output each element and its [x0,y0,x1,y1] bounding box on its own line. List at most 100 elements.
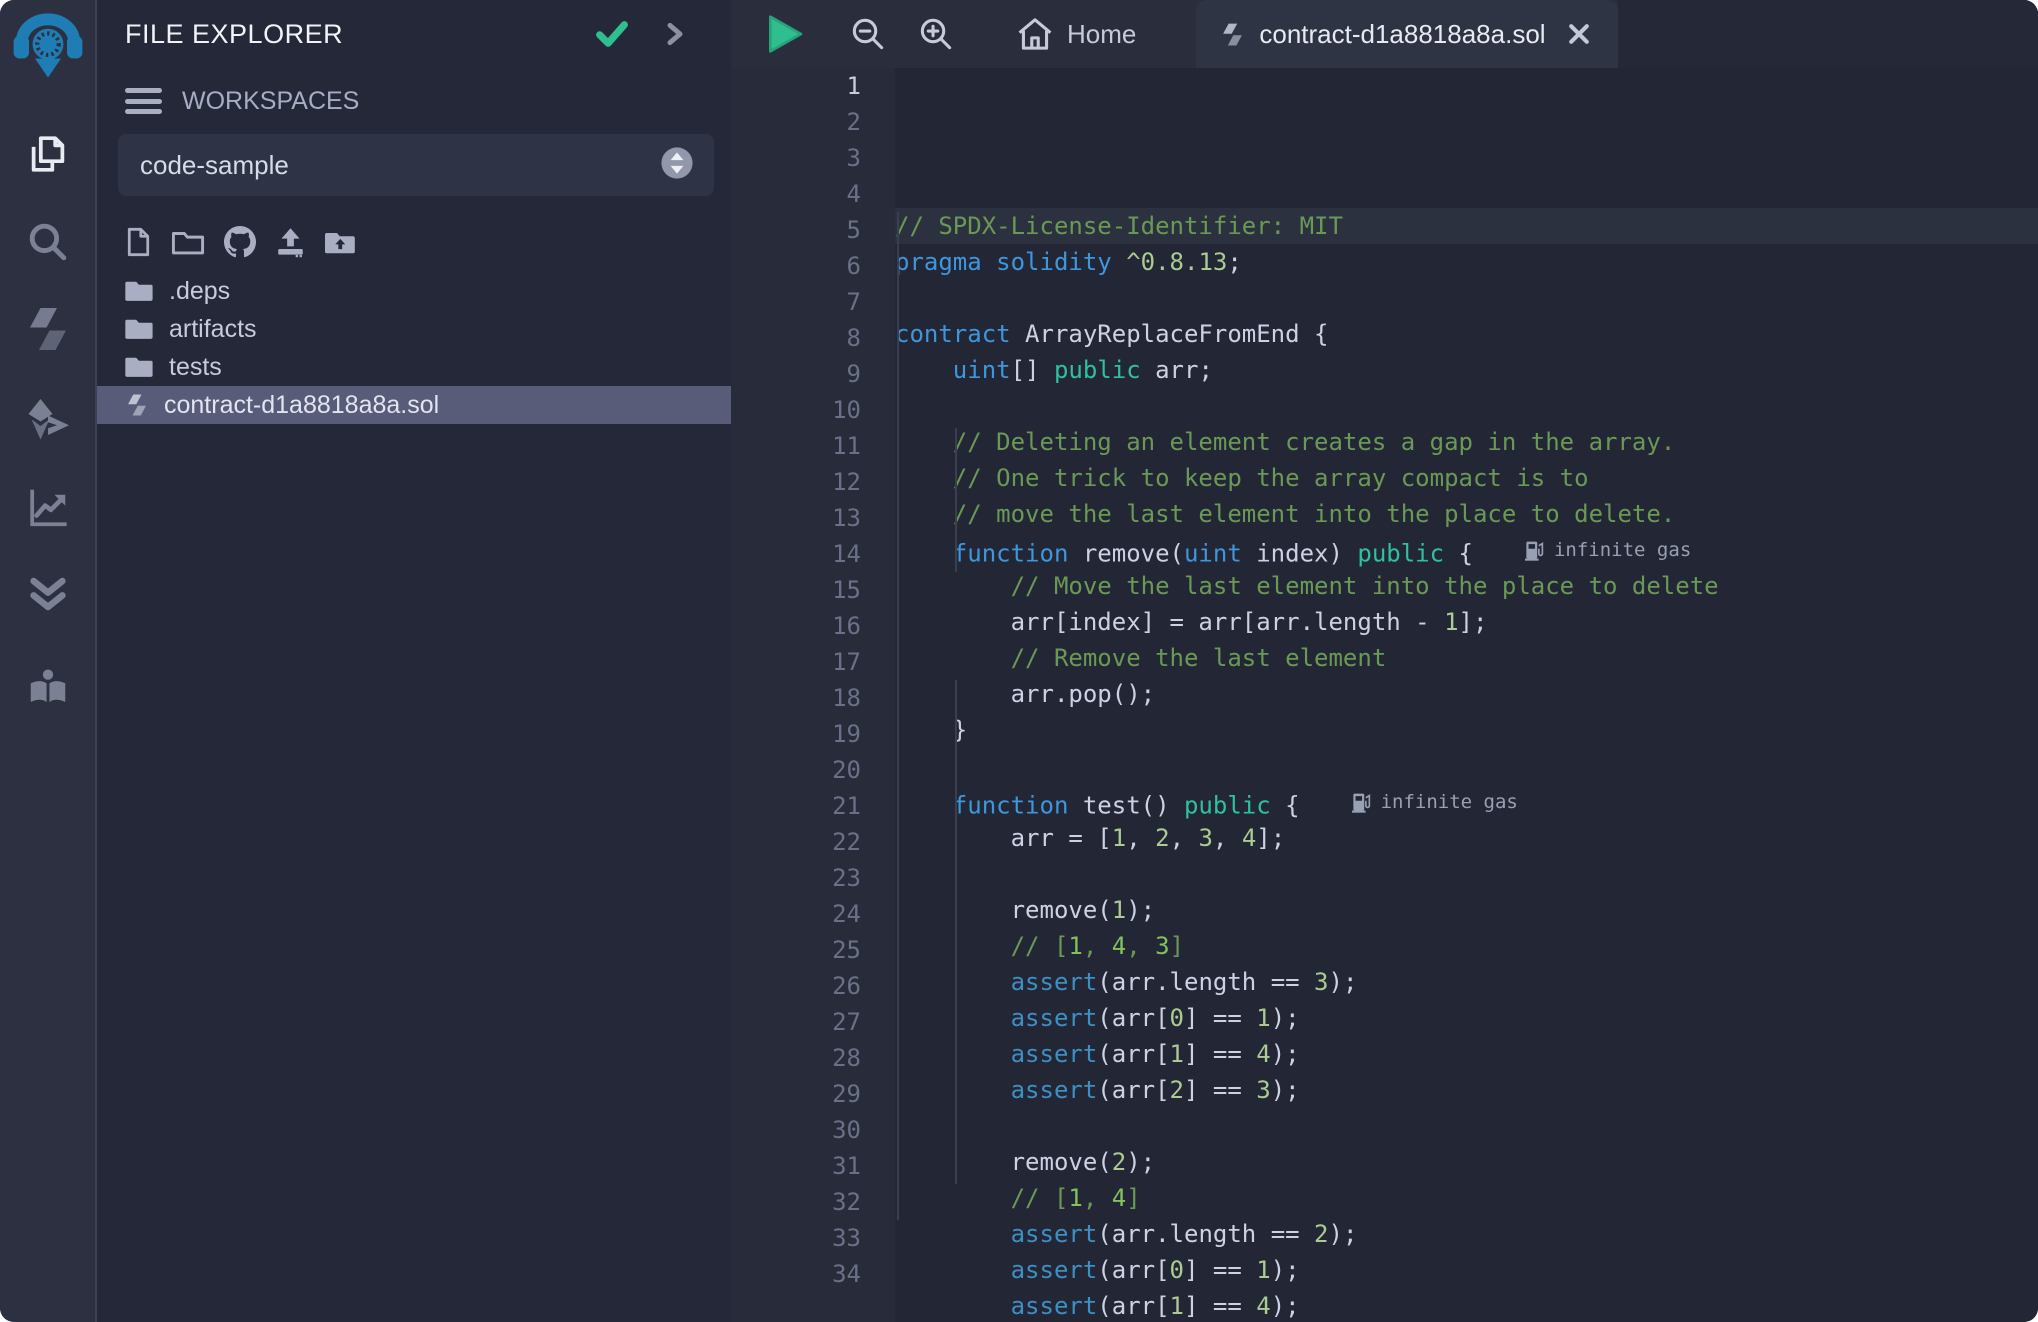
code-line[interactable]: // Remove the last element [895,640,2038,676]
zoom-in-icon [917,15,955,53]
code-line[interactable]: // SPDX-License-Identifier: MIT [895,208,2038,244]
line-number: 4 [731,176,861,212]
line-number: 22 [731,824,861,860]
code-line[interactable]: uint[] public arr; [895,352,2038,388]
line-number: 3 [731,140,861,176]
line-number: 29 [731,1076,861,1112]
line-number: 11 [731,428,861,464]
line-number: 10 [731,392,861,428]
code-line[interactable] [895,748,2038,784]
remix-logo[interactable] [0,4,95,82]
code-line[interactable]: function remove(uint index) public {infi… [895,532,2038,568]
file-label: contract-d1a8818a8a.sol [164,391,439,420]
folder-icon [125,317,154,341]
code-line[interactable]: assert(arr.length == 2); [895,1216,2038,1252]
upload-file-icon [275,227,306,258]
code-line[interactable]: assert(arr[2] == 3); [895,1072,2038,1108]
upload-folder-button[interactable] [325,229,356,256]
line-number: 20 [731,752,861,788]
code-line[interactable]: pragma solidity ^0.8.13; [895,244,2038,280]
code-lines[interactable]: // SPDX-License-Identifier: MITpragma so… [895,68,2038,1322]
code-line[interactable]: arr.pop(); [895,676,2038,712]
code-line[interactable]: // Deleting an element creates a gap in … [895,424,2038,460]
folder-label: artifacts [169,315,257,344]
editor-area: Home contract-d1a8818a8a.sol 12345678910… [731,0,2038,1322]
code-line[interactable]: } [895,712,2038,748]
code-line[interactable]: // Move the last element into the place … [895,568,2038,604]
line-number: 9 [731,356,861,392]
line-number: 33 [731,1220,861,1256]
sort-icon [660,146,694,185]
github-button[interactable] [224,226,256,258]
gas-estimate-badge: infinite gas [1525,532,1691,568]
tabbar-filler [1618,0,2038,68]
code-line[interactable]: assert(arr[1] == 4); [895,1036,2038,1072]
workspaces-menu-button[interactable] [125,88,162,114]
code-line[interactable] [895,388,2038,424]
close-tab-button[interactable] [1566,21,1592,47]
sidebar-item-deploy-run[interactable] [0,396,95,444]
sidebar-item-unit-testing[interactable] [0,571,95,617]
solidity-file-icon [125,392,149,418]
code-surface: 1234567891011121314151617181920212223242… [731,68,2038,1322]
close-icon [1566,21,1592,47]
line-number: 5 [731,212,861,248]
workspace-select-value: code-sample [140,150,660,181]
zoom-out-button[interactable] [849,0,887,68]
github-icon [224,226,256,258]
solidity-compiler-icon [24,305,72,353]
sidebar-item-search[interactable] [0,219,95,265]
zoom-in-button[interactable] [917,0,955,68]
line-number: 15 [731,572,861,608]
code-line[interactable]: remove(2); [895,1144,2038,1180]
workspace-select[interactable]: code-sample [118,134,714,196]
explorer-toolbar [97,226,731,258]
tab-home[interactable]: Home [991,0,1162,68]
files-icon [25,131,71,177]
sidebar-item-file-explorer[interactable] [0,131,95,177]
indent-guide [955,680,957,1184]
run-script-button[interactable] [765,0,805,68]
line-number: 1 [731,68,861,104]
code-line[interactable]: assert(arr[0] == 1); [895,1252,2038,1288]
code-line[interactable]: remove(1); [895,892,2038,928]
tree-folder-tests[interactable]: tests [97,348,731,386]
tree-folder-artifacts[interactable]: artifacts [97,310,731,348]
indent-guide [955,428,957,572]
book-reader-icon [25,666,71,712]
code-line[interactable]: arr[index] = arr[arr.length - 1]; [895,604,2038,640]
tree-folder-deps[interactable]: .deps [97,272,731,310]
code-line[interactable]: // [1, 4, 3] [895,928,2038,964]
line-number: 24 [731,896,861,932]
code-line[interactable]: // move the last element into the place … [895,496,2038,532]
code-line[interactable] [895,280,2038,316]
code-line[interactable]: assert(arr[0] == 1); [895,1000,2038,1036]
code-line[interactable]: // One trick to keep the array compact i… [895,460,2038,496]
line-number: 34 [731,1256,861,1292]
sidebar-item-learneth[interactable] [0,666,95,712]
line-number: 31 [731,1148,861,1184]
code-line[interactable]: assert(arr[1] == 4); [895,1288,2038,1322]
new-folder-button[interactable] [171,228,205,256]
code-line[interactable] [895,1108,2038,1144]
line-number: 27 [731,1004,861,1040]
code-line[interactable] [895,856,2038,892]
line-number: 26 [731,968,861,1004]
code-line[interactable]: function test() public {infinite gas [895,784,2038,820]
code-line[interactable]: contract ArrayReplaceFromEnd { [895,316,2038,352]
sidebar-item-solidity-compiler[interactable] [0,305,95,353]
gas-pump-icon [1352,792,1371,813]
upload-file-button[interactable] [275,227,306,258]
gas-estimate-badge: infinite gas [1352,784,1518,820]
tab-contract[interactable]: contract-d1a8818a8a.sol [1196,0,1617,68]
tree-file-contract[interactable]: contract-d1a8818a8a.sol [97,386,731,424]
code-line[interactable]: arr = [1, 2, 3, 4]; [895,820,2038,856]
code-line[interactable]: // [1, 4] [895,1180,2038,1216]
sidebar-item-statistics[interactable] [0,484,95,530]
file-explorer-panel: FILE EXPLORER WORKSPACES code-sample [97,0,731,1322]
new-file-button[interactable] [125,227,152,257]
search-icon [25,219,71,265]
code-line[interactable]: assert(arr.length == 3); [895,964,2038,1000]
line-number: 7 [731,284,861,320]
collapse-panel-button[interactable] [665,21,685,47]
